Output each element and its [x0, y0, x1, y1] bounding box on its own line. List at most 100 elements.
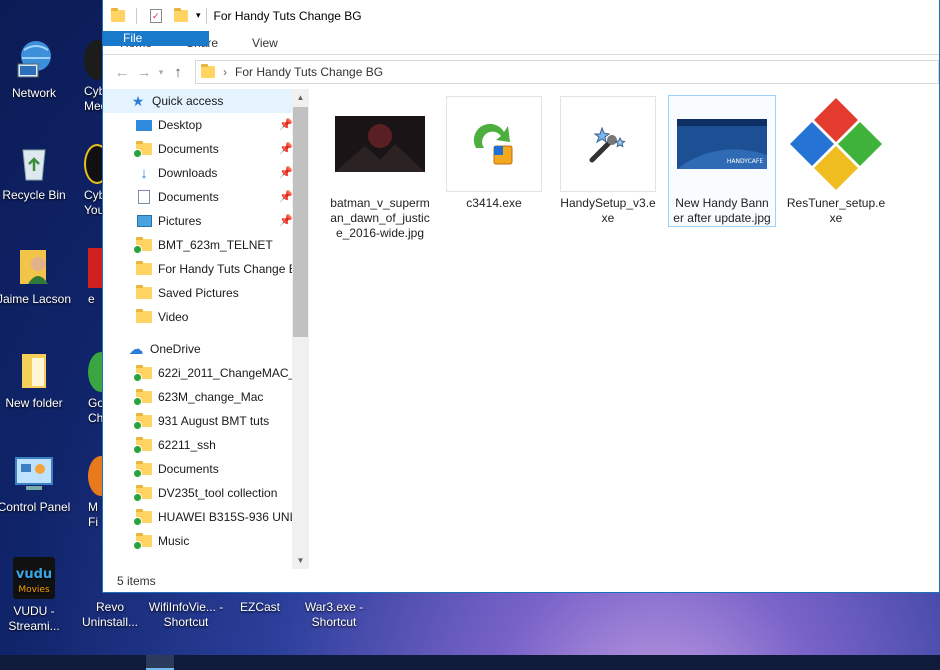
app-icon[interactable] [498, 655, 526, 670]
nav-item-pictures[interactable]: Pictures 📌 [103, 209, 309, 233]
folder-icon [133, 365, 153, 382]
folder-icon [133, 533, 153, 550]
pin-icon[interactable]: 📌 [279, 118, 293, 131]
nav-item-saved-pictures[interactable]: Saved Pictures [103, 281, 309, 305]
desktop-icon-recycle-bin[interactable]: Recycle Bin [0, 140, 72, 203]
vudu-icon: vudu Movies [12, 556, 56, 600]
nav-item-onedrive-folder[interactable]: HUAWEI B315S-936 UNLO [103, 505, 309, 529]
app-icon[interactable] [350, 655, 378, 670]
desktop-icon-partial[interactable]: Go Ch [88, 352, 102, 426]
nav-item-for-handy-tuts[interactable]: For Handy Tuts Change B [103, 257, 309, 281]
nav-item-onedrive-folder[interactable]: 62211_ssh [103, 433, 309, 457]
nav-item-video[interactable]: Video [103, 305, 309, 329]
user-folder-icon [12, 244, 56, 288]
forward-arrow-icon[interactable]: → [133, 64, 155, 81]
desktop-icon [135, 118, 153, 132]
tab-view[interactable]: View [235, 31, 295, 54]
nav-quick-access[interactable]: ★ Quick access [103, 89, 309, 113]
network-icon [12, 38, 56, 82]
desktop-icon-ezcast[interactable]: EZCast [224, 600, 296, 615]
app-icon[interactable] [548, 655, 576, 670]
file-item[interactable]: batman_v_superman_dawn_of_justice_2016-w… [327, 96, 433, 241]
desktop-icon-vudu[interactable]: vudu Movies VUDU - Streami... [0, 556, 72, 634]
hp-icon[interactable] [252, 655, 280, 670]
svg-text:Movies: Movies [18, 585, 50, 595]
nav-item-onedrive-folder[interactable]: Music [103, 529, 309, 553]
pin-icon[interactable]: 📌 [279, 166, 293, 179]
documents-icon [135, 190, 153, 204]
app-icon [84, 144, 102, 184]
nav-item-documents-2[interactable]: Documents 📌 [103, 185, 309, 209]
recent-locations-chevron-icon[interactable]: ▾ [155, 67, 167, 78]
file-list: batman_v_superman_dawn_of_justice_2016-w… [317, 95, 939, 566]
nav-item-bmt-telnet[interactable]: BMT_623m_TELNET [103, 233, 309, 257]
folder-icon [135, 285, 153, 300]
desktop-icon-label: Recycle Bin [2, 188, 66, 202]
scroll-up-icon[interactable]: ▲ [292, 93, 309, 102]
back-arrow-icon[interactable]: ← [111, 64, 133, 81]
nav-scrollbar[interactable]: ▲ ▼ [292, 89, 309, 569]
nav-item-downloads[interactable]: ↓ Downloads 📌 [103, 161, 309, 185]
pin-icon[interactable]: 📌 [279, 142, 293, 155]
ie-icon[interactable] [396, 655, 424, 670]
breadcrumb-chevron-icon[interactable]: › [223, 65, 227, 79]
firefox-icon [88, 456, 102, 496]
chrome-icon [88, 352, 102, 392]
desktop-icon-war3[interactable]: War3.exe - Shortcut [296, 600, 372, 630]
chevron-down-icon[interactable]: ▾ [196, 10, 201, 21]
address-row: ← → ▾ ↑ › For Handy Tuts Change BG [103, 55, 939, 89]
nav-item-onedrive-folder[interactable]: 622i_2011_ChangeMAC_re [103, 361, 309, 385]
desktop-icon-control-panel[interactable]: Control Panel [0, 452, 72, 515]
recycle-bin-icon [12, 140, 56, 184]
firefox-icon[interactable] [448, 655, 476, 670]
desktop-icon-network[interactable]: Network [0, 38, 72, 101]
desktop-icon-partial[interactable]: M Fi [88, 456, 102, 530]
tab-file[interactable]: File [103, 31, 209, 46]
file-explorer-icon[interactable] [146, 655, 174, 670]
restuner-icon[interactable] [596, 655, 624, 670]
folder-icon [133, 461, 153, 478]
search-icon[interactable] [58, 655, 86, 670]
scrollbar-thumb[interactable] [293, 107, 308, 337]
nav-item-onedrive-folder[interactable]: DV235t_tool collection [103, 481, 309, 505]
nav-item-desktop[interactable]: Desktop 📌 [103, 113, 309, 137]
file-item[interactable]: ResTuner_setup.exe [783, 96, 889, 226]
navigation-pane: ★ Quick access Desktop 📌 Documents 📌 ↓ D… [103, 89, 309, 569]
new-folder-icon[interactable] [174, 7, 188, 22]
store-icon[interactable] [202, 655, 230, 670]
file-item[interactable]: c3414.exe [441, 96, 547, 211]
breadcrumb[interactable]: For Handy Tuts Change BG [235, 65, 383, 79]
nav-item-onedrive-folder[interactable]: Documents [103, 457, 309, 481]
app-icon [84, 40, 102, 80]
desktop-icon-wifiinfoview[interactable]: WifiInfoVie... - Shortcut [144, 600, 228, 630]
magic-wand-icon [560, 96, 656, 192]
desktop-icon-partial[interactable]: e [88, 248, 102, 307]
desktop-icon-partial[interactable]: Cyb You [84, 144, 102, 218]
properties-icon[interactable]: ✓ [150, 8, 162, 23]
file-name: New Handy Banner after update.jpg [673, 196, 771, 225]
desktop-icon-label: Network [11, 86, 56, 100]
image-thumbnail-icon: HANDYCAFE [674, 96, 770, 192]
taskbar [0, 655, 940, 670]
toolbar-divider [136, 7, 137, 24]
scroll-down-icon[interactable]: ▼ [292, 556, 309, 565]
pin-icon[interactable]: 📌 [279, 190, 293, 203]
desktop-icon-label: Revo Uninstall... [81, 600, 139, 629]
nav-item-documents[interactable]: Documents 📌 [103, 137, 309, 161]
desktop-icon-new-folder[interactable]: New folder [0, 348, 72, 411]
up-arrow-icon[interactable]: ↑ [167, 64, 189, 81]
desktop-icon-label: War3.exe - Shortcut [304, 600, 364, 629]
nav-item-onedrive-folder[interactable]: 931 August BMT tuts [103, 409, 309, 433]
pin-icon[interactable]: 📌 [279, 214, 293, 227]
task-view-icon[interactable] [104, 655, 132, 670]
desktop-icon-partial[interactable]: Cyb Med [84, 40, 102, 114]
address-bar[interactable]: › For Handy Tuts Change BG [195, 60, 939, 84]
nav-onedrive[interactable]: ☁ OneDrive [103, 337, 309, 361]
desktop-icon-revo[interactable]: Revo Uninstall... [72, 600, 148, 630]
file-item[interactable]: HandySetup_v3.exe [555, 96, 661, 226]
desktop-icon-user-folder[interactable]: Jaime Lacson [0, 244, 72, 307]
file-item-selected[interactable]: HANDYCAFE New Handy Banner after update.… [668, 95, 776, 227]
start-icon[interactable] [10, 655, 38, 670]
nav-item-onedrive-folder[interactable]: 623M_change_Mac [103, 385, 309, 409]
chrome-icon[interactable] [300, 655, 328, 670]
